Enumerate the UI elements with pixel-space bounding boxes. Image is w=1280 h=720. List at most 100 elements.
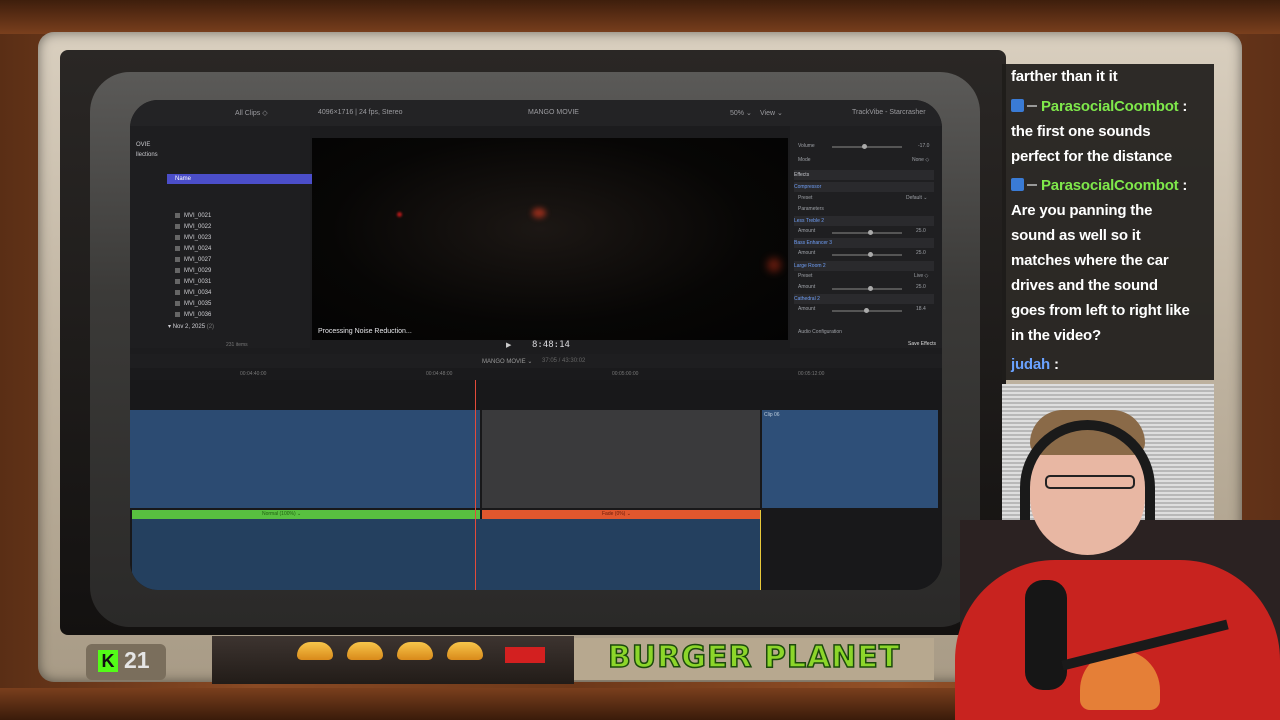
view-menu[interactable]: View ⌄	[760, 109, 783, 117]
processing-status: Processing Noise Reduction...	[318, 328, 412, 335]
audio-waveform[interactable]	[132, 519, 760, 590]
burger-planet-sign: BURGER PLANET	[607, 639, 901, 676]
amount-value[interactable]: 25.0	[916, 283, 926, 292]
kick-logo-icon: K	[98, 650, 118, 672]
clip-row[interactable]: MVI_0036	[175, 310, 211, 320]
sidebar-item-collections[interactable]: llections	[136, 152, 158, 158]
chat-message: the first one sounds	[1011, 123, 1151, 140]
amount-label: Amount	[798, 228, 816, 234]
compressor-effect[interactable]: Compressor	[794, 182, 934, 192]
clip-label: Clip 06	[764, 412, 780, 418]
preset-label: Preset	[798, 273, 813, 279]
video-clip[interactable]	[130, 410, 480, 508]
gap-clip[interactable]	[482, 410, 760, 508]
amount-slider[interactable]	[832, 286, 902, 291]
play-icon[interactable]: ▶	[506, 341, 511, 349]
bass-enhancer-effect[interactable]: Bass Enhancer 3	[794, 238, 934, 248]
chat-message: goes from left to right like	[1011, 302, 1190, 319]
mode-select[interactable]: None ◇	[912, 156, 929, 165]
date-group[interactable]: ▾ Nov 2, 2025 (2)	[168, 322, 214, 332]
badge-icon	[1011, 178, 1024, 191]
timeline-ruler[interactable]: 00:04:40:00 00:04:48:00 00:05:00:00 00:0…	[130, 368, 942, 380]
tv-screen: All Clips ◇ 4096×1716 | 24 fps, Stereo M…	[130, 100, 942, 590]
chat-message: matches where the car	[1011, 252, 1169, 269]
amount-slider[interactable]	[832, 308, 902, 313]
clip-row[interactable]: MVI_0021	[175, 211, 211, 221]
clip-row[interactable]: MVI_0023	[175, 233, 211, 243]
microphone-icon	[1025, 580, 1067, 690]
zoom-menu[interactable]: 50% ⌄	[730, 109, 752, 117]
badge-icon	[1011, 99, 1024, 112]
clip-row[interactable]: MVI_0022	[175, 222, 211, 232]
inspector-title: TrackVibe - Starcrasher	[852, 109, 926, 116]
large-room-effect[interactable]: Large Room 2	[794, 261, 934, 271]
film-icon	[175, 289, 180, 295]
audio-clip-fade[interactable]: Fade (0%) ⌄	[482, 510, 760, 519]
save-effects-button[interactable]: Save Effects	[908, 340, 936, 349]
playhead[interactable]	[475, 380, 476, 590]
volume-label: Volume	[798, 143, 815, 149]
format-info: 4096×1716 | 24 fps, Stereo	[318, 109, 403, 116]
volume-slider[interactable]	[832, 144, 902, 149]
timecode-display: 8:48:14	[532, 340, 570, 350]
chat-message: perfect for the distance	[1011, 148, 1173, 165]
audio-inspector: Volume -17.0 Mode None ◇ Effects Compres…	[790, 126, 942, 348]
clip-row[interactable]: MVI_0024	[175, 244, 211, 254]
chat-panel: farther than it it ParasocialCoombot : t…	[1002, 64, 1214, 380]
amount-slider[interactable]	[832, 230, 902, 235]
timeline[interactable]: Clip 06 Normal (100%) ⌄ Fade (0%) ⌄	[130, 380, 942, 590]
live-select[interactable]: Live ◇	[914, 272, 928, 281]
preset-select[interactable]: Default ⌄	[906, 194, 927, 203]
amount-label: Amount	[798, 250, 816, 256]
film-icon	[175, 223, 180, 229]
less-treble-effect[interactable]: Less Treble 2	[794, 216, 934, 226]
ruler-tick: 00:04:48:00	[426, 371, 453, 377]
volume-value[interactable]: -17.0	[918, 142, 929, 151]
audio-configuration[interactable]: Audio Configuration	[798, 328, 842, 337]
clip-row[interactable]: MVI_0035	[175, 299, 211, 309]
burger-knob-icon	[447, 642, 483, 660]
audio-clip-normal[interactable]: Normal (100%) ⌄	[132, 510, 480, 519]
browser-filter[interactable]: All Clips ◇	[235, 109, 268, 117]
audio-label: Normal (100%) ⌄	[262, 511, 302, 517]
preset-label: Preset	[798, 195, 813, 201]
film-icon	[175, 267, 180, 273]
video-clip[interactable]: Clip 06	[762, 410, 938, 508]
chat-username[interactable]: judah	[1011, 356, 1050, 373]
amount-slider[interactable]	[832, 252, 902, 257]
dash-icon	[1027, 105, 1037, 107]
street-light	[767, 258, 781, 272]
project-title: MANGO MOVIE	[528, 109, 579, 116]
chat-message: farther than it it	[1011, 68, 1118, 85]
chat-username[interactable]: ParasocialCoombot	[1041, 177, 1179, 194]
wood-top-beam	[0, 0, 1280, 34]
film-icon	[175, 212, 180, 218]
chat-username[interactable]: ParasocialCoombot	[1041, 98, 1179, 115]
film-icon	[175, 311, 180, 317]
clip-row[interactable]: MVI_0029	[175, 266, 211, 276]
record-button	[505, 647, 545, 663]
sidebar-item-movie[interactable]: OVIE	[136, 142, 150, 148]
clip-row[interactable]: MVI_0034	[175, 288, 211, 298]
amount-label: Amount	[798, 306, 816, 312]
amount-value[interactable]: 25.0	[916, 249, 926, 258]
timeline-duration: 37:05 / 43:30:02	[542, 358, 586, 364]
video-viewer[interactable]	[312, 138, 788, 340]
burger-knob-icon	[347, 642, 383, 660]
chat-message: sound as well so it	[1011, 227, 1141, 244]
clip-row[interactable]: MVI_0031	[175, 277, 211, 287]
cathedral-effect[interactable]: Cathedral 2	[794, 294, 934, 304]
burger-knob-icon	[297, 642, 333, 660]
amount-value[interactable]: 18.4	[916, 305, 926, 314]
audio-end-marker	[760, 510, 761, 590]
viewer-count: 21	[124, 647, 150, 673]
amount-value[interactable]: 25.0	[916, 227, 926, 236]
timeline-project-menu[interactable]: MANGO MOVIE ⌄	[482, 358, 532, 365]
clip-row[interactable]: MVI_0027	[175, 255, 211, 265]
parameters-label[interactable]: Parameters	[798, 205, 824, 214]
amount-label: Amount	[798, 284, 816, 290]
name-column-header[interactable]: Name	[167, 174, 312, 184]
dash-icon	[1027, 184, 1037, 186]
effects-section[interactable]: Effects	[794, 170, 934, 180]
glasses-icon	[1045, 475, 1135, 489]
